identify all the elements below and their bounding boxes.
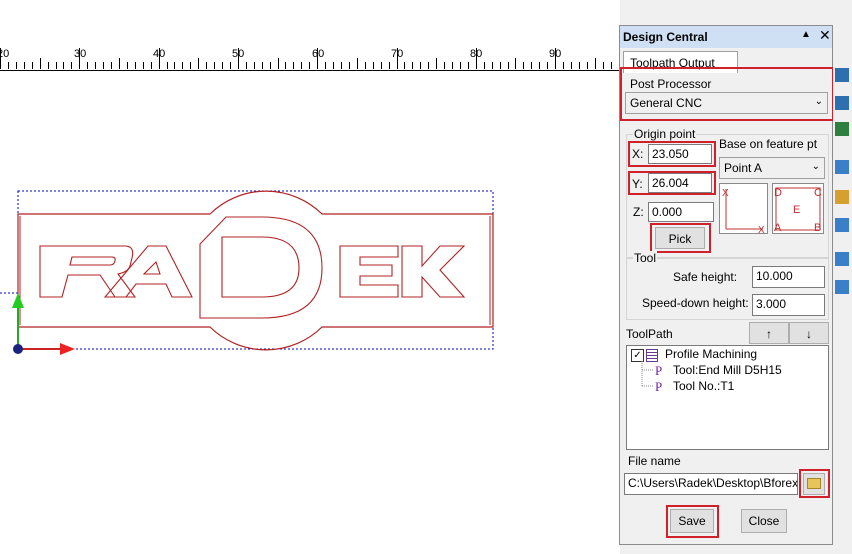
tool-icon[interactable] [835, 252, 849, 266]
letter-r [39, 245, 137, 298]
parameter-icon: P [655, 363, 663, 378]
diagram-d-letter: D [774, 187, 782, 199]
file-name-label: File name [628, 454, 681, 468]
move-up-button[interactable]: ↑ [749, 322, 789, 344]
axis-orientation-diagram: X X [719, 183, 768, 235]
y-axis-arrowhead [12, 293, 24, 308]
panel-title: Design Central [623, 30, 708, 44]
close-icon[interactable]: ✕ [819, 27, 831, 44]
safe-height-label: Safe height: [673, 270, 738, 284]
highlight-x [628, 141, 716, 167]
tool-icon[interactable] [835, 280, 849, 294]
tool-icon[interactable] [835, 190, 849, 204]
toolpath-label: ToolPath [626, 327, 673, 341]
tree-item-profile-machining[interactable]: Profile Machining [665, 347, 757, 361]
tree-item-tool-number[interactable]: Tool No.:T1 [673, 379, 734, 393]
tool-label: Tool [633, 251, 658, 265]
base-feature-value: Point A [724, 161, 763, 175]
design-central-panel: Design Central ▲ ✕ Toolpath Output Post … [619, 25, 834, 545]
tool-icon[interactable] [835, 122, 849, 136]
highlight-pick [650, 223, 711, 253]
diagram-b-letter: B [814, 222, 821, 234]
letter-e [339, 245, 399, 298]
diagram-a-letter: A [774, 222, 782, 234]
tool-icon[interactable] [835, 68, 849, 82]
diagram-c-letter: C [814, 187, 822, 199]
x-axis-arrowhead [60, 343, 75, 355]
parameter-icon: P [655, 379, 663, 394]
move-down-button[interactable]: ↓ [789, 322, 829, 344]
tool-icon[interactable] [835, 160, 849, 174]
origin-point-label: Origin point [633, 127, 697, 141]
diagram-e-letter: E [793, 204, 800, 216]
z-label: Z: [633, 205, 644, 219]
close-button[interactable]: Close [741, 509, 787, 533]
diagram-x-letter: X [722, 188, 729, 199]
speed-down-height-field[interactable]: 3.000 [752, 294, 825, 316]
toolpath-tree[interactable]: ✓ Profile Machining P Tool:End Mill D5H1… [626, 345, 829, 450]
logo-letters [39, 216, 466, 319]
letter-d [199, 216, 323, 319]
tool-icon[interactable] [835, 218, 849, 232]
tree-item-tool[interactable]: Tool:End Mill D5H15 [673, 363, 782, 377]
tool-icon[interactable] [835, 96, 849, 110]
chevron-down-icon: ⌄ [811, 161, 820, 172]
highlight-post-processor [620, 67, 834, 121]
letter-a [103, 245, 193, 298]
collapse-icon[interactable]: ▲ [801, 29, 811, 40]
speed-down-height-label: Speed-down height: [642, 296, 749, 310]
origin-point [13, 344, 23, 354]
diagram-x-letter: X [758, 225, 765, 235]
feature-point-diagram: D C E A B [772, 183, 824, 234]
highlight-y [628, 171, 716, 195]
tree-lines [641, 361, 653, 387]
selection-box [17, 190, 494, 350]
base-feature-label: Base on feature pt [719, 137, 818, 151]
file-name-field[interactable]: C:\Users\Radek\Desktop\Bforex02 [624, 473, 798, 495]
letter-k [401, 245, 466, 298]
origin-z-field[interactable]: 0.000 [648, 202, 714, 222]
base-feature-select[interactable]: Point A ⌄ [719, 157, 825, 179]
drawing-area[interactable] [0, 0, 620, 554]
highlight-save [666, 505, 719, 538]
highlight-browse [799, 469, 830, 498]
panel-title-bar: Design Central ▲ ✕ [620, 26, 832, 48]
safe-height-field[interactable]: 10.000 [752, 266, 825, 288]
right-toolbar [833, 25, 852, 545]
plate-outline [17, 190, 494, 351]
